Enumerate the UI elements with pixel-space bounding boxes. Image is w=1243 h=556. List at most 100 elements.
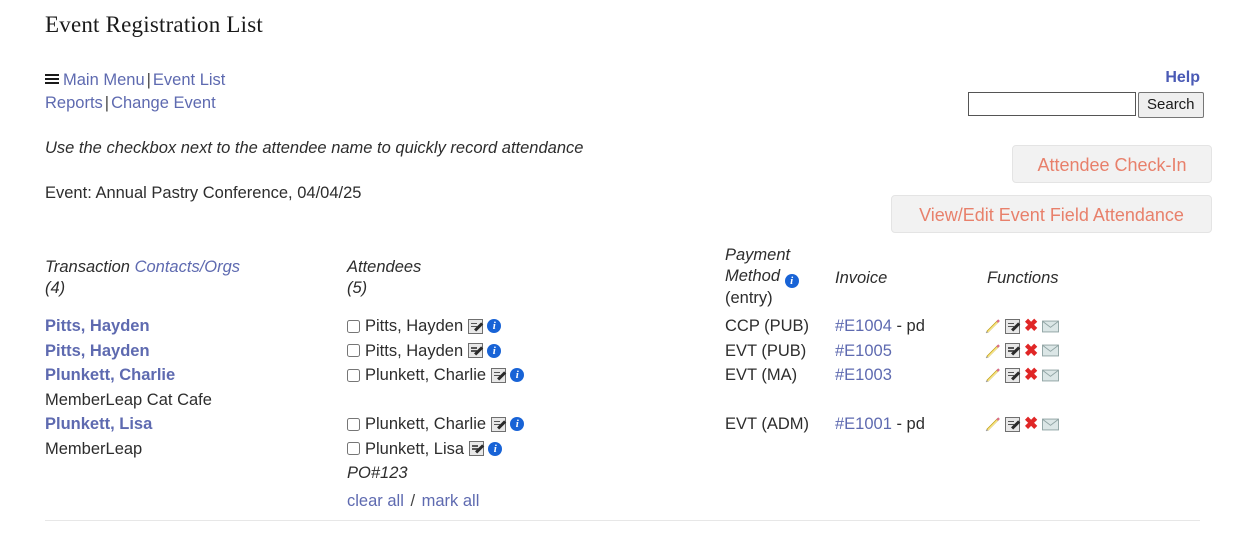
envelope-icon[interactable] <box>1042 418 1059 431</box>
column-header-attendees: Attendees (5) <box>347 257 677 299</box>
search-area: Search <box>968 92 1204 118</box>
payment-method-cell: EVT (PUB) <box>725 341 807 360</box>
bulk-select-links: clear all / mark all <box>347 488 677 514</box>
instruction-text: Use the checkbox next to the attendee na… <box>45 139 584 157</box>
column-header-invoice: Invoice <box>835 269 888 287</box>
attendee-row: Pitts, Hayden i <box>347 339 677 364</box>
attendee-name: Plunkett, Lisa <box>365 439 465 458</box>
clear-all-link[interactable]: clear all <box>347 492 404 510</box>
nav-separator-2: | <box>104 94 110 112</box>
transaction-contact-link[interactable]: Plunkett, Charlie <box>45 363 345 388</box>
mark-all-link[interactable]: mark all <box>422 492 480 510</box>
transaction-contacts-column: Pitts, Hayden Pitts, Hayden Plunkett, Char… <box>45 314 345 461</box>
pencil-icon[interactable] <box>985 367 1001 383</box>
invoice-cell: #E1003 <box>835 363 925 388</box>
transaction-row: Pitts, Hayden <box>45 314 345 339</box>
functions-cell: ✖ <box>985 412 1059 437</box>
pencil-icon[interactable] <box>985 343 1001 359</box>
payment-entry-label: (entry) <box>725 289 773 307</box>
attendees-count: (5) <box>347 279 368 297</box>
invoice-link[interactable]: #E1001 <box>835 415 892 433</box>
attendee-name: Pitts, Hayden <box>365 317 464 335</box>
attendance-checkbox[interactable] <box>347 417 360 431</box>
delete-x-icon[interactable]: ✖ <box>1024 342 1038 359</box>
page-title: Event Registration List <box>45 12 263 37</box>
edit-note-icon[interactable] <box>490 416 506 432</box>
edit-note-icon[interactable] <box>1005 318 1020 334</box>
info-icon[interactable]: i <box>488 441 503 456</box>
edit-note-icon[interactable] <box>467 318 483 334</box>
transaction-contact-link[interactable]: Pitts, Hayden <box>45 339 345 364</box>
attendee-group-spacer <box>347 388 677 413</box>
attendance-checkbox[interactable] <box>347 319 360 333</box>
invoice-column: #E1004 - pd #E1005 #E1003 #E1001 - pd <box>835 314 925 437</box>
payment-method-column: CCP (PUB) EVT (PUB) EVT (MA) EVT (ADM) <box>725 314 809 437</box>
attendee-row: Plunkett, Charlie i <box>347 412 677 437</box>
attendees-column: Pitts, Hayden i Pitts, Hayden i Plunkett, … <box>347 314 677 514</box>
edit-note-icon[interactable] <box>490 367 506 383</box>
info-icon[interactable]: i <box>784 274 799 288</box>
nav-link-reports[interactable]: Reports <box>45 94 103 112</box>
edit-note-icon[interactable] <box>468 441 484 457</box>
invoice-link[interactable]: #E1003 <box>835 366 892 384</box>
invoice-paid-status: - pd <box>891 317 925 335</box>
attendance-checkbox[interactable] <box>347 442 360 456</box>
attendee-name: Pitts, Hayden <box>365 341 464 360</box>
nav-link-event-list[interactable]: Event List <box>153 71 225 89</box>
envelope-icon[interactable] <box>1042 369 1059 382</box>
functions-column: ✖ ✖ ✖ ✖ <box>985 314 1059 437</box>
edit-note-icon[interactable] <box>467 343 483 359</box>
bottom-divider <box>45 520 1200 521</box>
invoice-cell: #E1004 - pd <box>835 314 925 339</box>
column-header-functions: Functions <box>987 269 1059 287</box>
pencil-icon[interactable] <box>985 416 1001 432</box>
nav-link-main-menu[interactable]: Main Menu <box>63 71 145 89</box>
attendee-name: Plunkett, Charlie <box>365 366 487 384</box>
search-button[interactable]: Search <box>1138 92 1204 118</box>
search-input[interactable] <box>968 92 1136 116</box>
delete-x-icon[interactable]: ✖ <box>1024 366 1038 383</box>
contacts-orgs-link[interactable]: Contacts/Orgs <box>135 258 240 276</box>
attendee-row: Pitts, Hayden i <box>347 314 677 339</box>
nav-separator-1: | <box>146 71 151 89</box>
attendance-checkbox[interactable] <box>347 344 360 358</box>
invoice-paid-status: - pd <box>891 415 925 433</box>
envelope-icon[interactable] <box>1042 320 1059 333</box>
transaction-row: Pitts, Hayden <box>45 339 345 364</box>
column-header-transaction: Transaction Contacts/Orgs (4) <box>45 257 335 299</box>
row-group-spacer <box>835 388 925 413</box>
info-icon[interactable]: i <box>510 368 525 383</box>
edit-note-icon[interactable] <box>1005 367 1020 383</box>
edit-note-icon[interactable] <box>1005 343 1020 359</box>
info-icon[interactable]: i <box>487 319 502 334</box>
payment-method-cell: CCP (PUB) <box>725 317 810 335</box>
attendee-check-in-button[interactable]: Attendee Check-In <box>1012 145 1212 183</box>
row-group-spacer <box>725 388 809 413</box>
edit-note-icon[interactable] <box>1005 416 1020 432</box>
transaction-row: Plunkett, Charlie MemberLeap Cat Cafe <box>45 363 345 412</box>
breadcrumb-nav: Main Menu | Event List Reports | Change Even… <box>45 69 465 115</box>
invoice-link[interactable]: #E1004 <box>835 317 892 335</box>
row-group-spacer <box>985 388 1059 413</box>
attendees-label: Attendees <box>347 258 422 276</box>
help-link[interactable]: Help <box>1165 69 1200 87</box>
transaction-count: (4) <box>45 279 66 297</box>
transaction-contact-link[interactable]: Pitts, Hayden <box>45 314 345 339</box>
envelope-icon[interactable] <box>1042 344 1059 357</box>
invoice-link[interactable]: #E1005 <box>835 342 892 360</box>
invoice-cell: #E1005 <box>835 339 925 364</box>
info-icon[interactable]: i <box>510 417 525 432</box>
view-edit-event-field-attendance-button[interactable]: View/Edit Event Field Attendance <box>891 195 1212 233</box>
transaction-contact-link[interactable]: Plunkett, Lisa <box>45 412 345 437</box>
nav-link-change-event[interactable]: Change Event <box>111 94 216 112</box>
info-icon[interactable]: i <box>487 343 502 358</box>
transaction-org-name: MemberLeap Cat Cafe <box>45 390 212 409</box>
transaction-row: Plunkett, Lisa MemberLeap <box>45 412 345 461</box>
attendance-checkbox[interactable] <box>347 368 360 382</box>
transaction-org-name: MemberLeap <box>45 439 143 458</box>
hamburger-icon[interactable] <box>45 74 59 85</box>
pencil-icon[interactable] <box>985 318 1001 334</box>
delete-x-icon[interactable]: ✖ <box>1024 415 1038 432</box>
delete-x-icon[interactable]: ✖ <box>1024 317 1038 334</box>
payment-method-cell: EVT (ADM) <box>725 415 810 433</box>
